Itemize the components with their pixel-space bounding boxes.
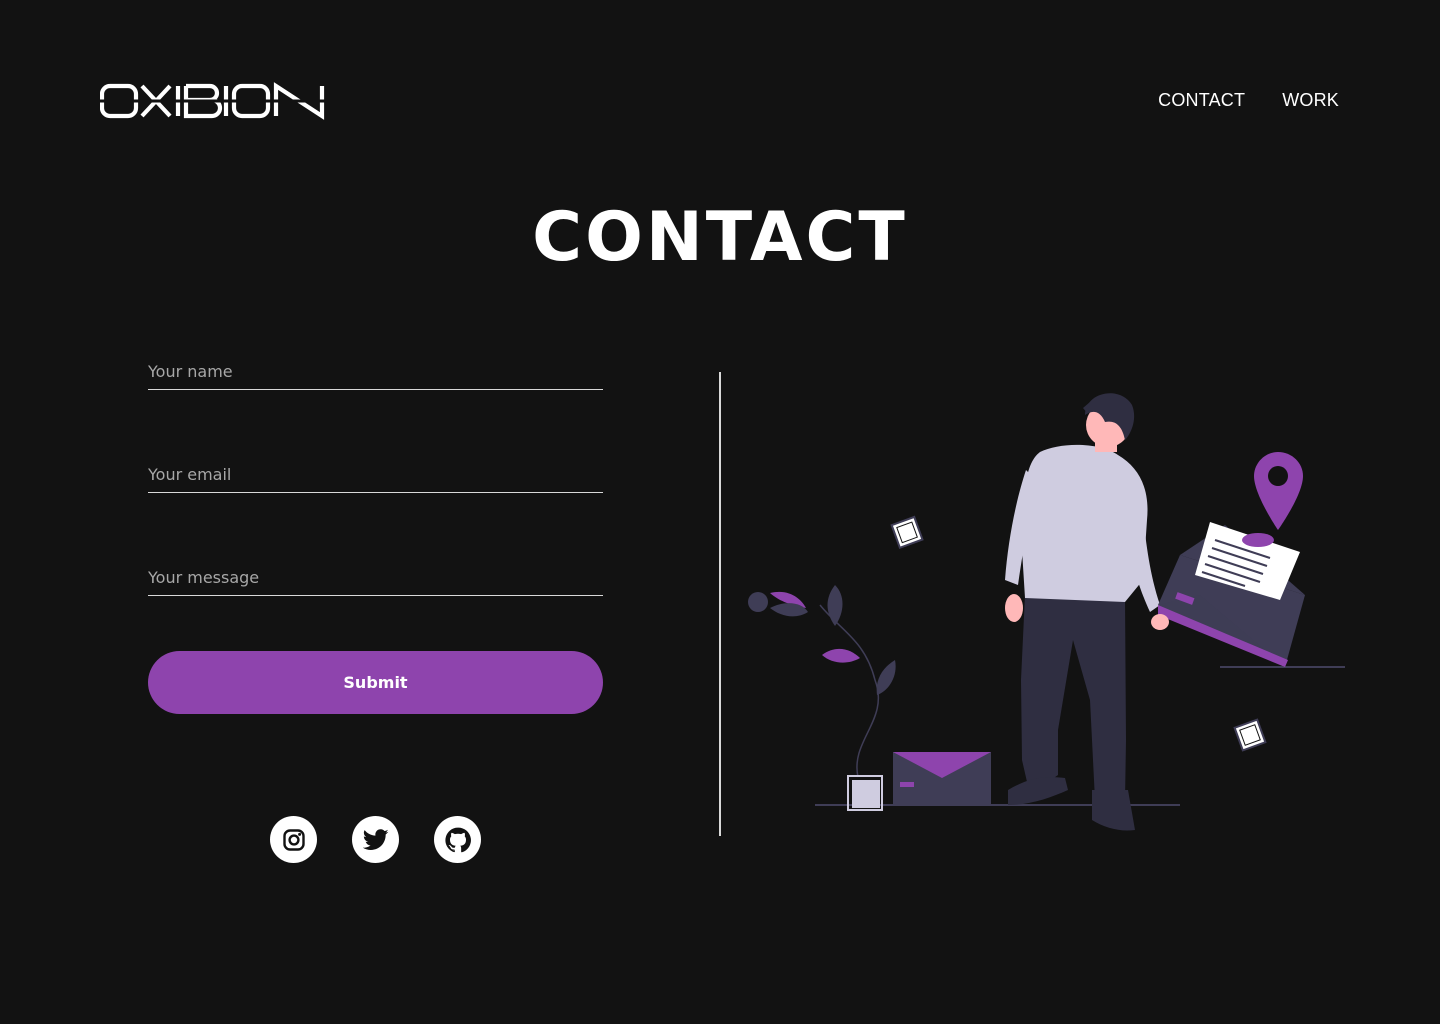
page-title: CONTACT: [532, 198, 908, 277]
main-nav: CONTACT WORK: [1158, 90, 1339, 111]
name-input[interactable]: [148, 362, 603, 381]
message-input[interactable]: [148, 568, 603, 587]
contact-illustration: [740, 380, 1360, 840]
brand-logo[interactable]: [100, 82, 328, 120]
email-input[interactable]: [148, 465, 603, 484]
github-icon: [444, 827, 471, 852]
submit-button[interactable]: Submit: [148, 651, 603, 714]
site-header: CONTACT WORK: [0, 0, 1440, 200]
nav-link-work[interactable]: WORK: [1282, 90, 1339, 111]
email-field-wrapper: [148, 443, 603, 493]
logo-wordmark: [100, 82, 328, 120]
twitter-link[interactable]: [352, 816, 399, 863]
contact-form: Submit: [148, 340, 603, 714]
social-links: [270, 816, 481, 863]
instagram-icon: [282, 828, 305, 851]
twitter-icon: [362, 828, 389, 850]
person-with-mail-illustration: [748, 393, 1345, 831]
message-field-wrapper: [148, 546, 603, 596]
vertical-divider: [719, 372, 721, 836]
github-link[interactable]: [434, 816, 481, 863]
nav-link-contact[interactable]: CONTACT: [1158, 90, 1245, 111]
name-field-wrapper: [148, 340, 603, 390]
instagram-link[interactable]: [270, 816, 317, 863]
